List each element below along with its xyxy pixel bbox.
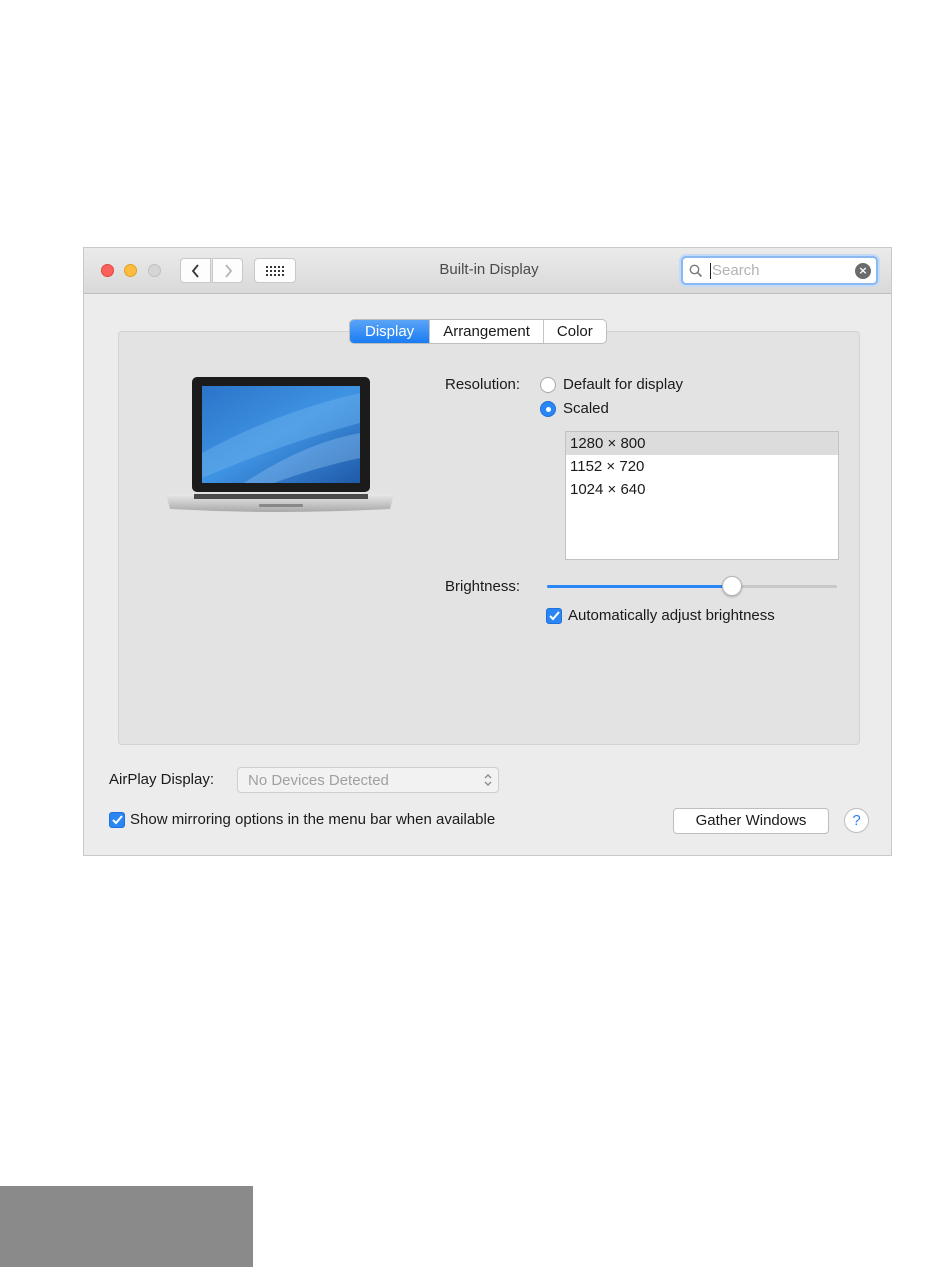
window-title: Built-in Display	[439, 261, 539, 278]
chevron-left-icon	[191, 263, 199, 278]
radio-scaled-label: Scaled	[563, 400, 609, 417]
tab-display[interactable]: Display	[350, 320, 430, 343]
list-item[interactable]: 1024 × 640	[566, 478, 838, 501]
grid-icon	[266, 265, 284, 276]
brightness-slider-track[interactable]	[547, 585, 837, 588]
search-placeholder: Search	[712, 262, 760, 279]
radio-default-label: Default for display	[563, 376, 684, 393]
gather-windows-button[interactable]: Gather Windows	[673, 808, 829, 834]
radio-default-for-display[interactable]	[540, 377, 556, 393]
title-bar: Built-in Display Search ×	[84, 248, 891, 294]
forward-button[interactable]	[212, 258, 243, 283]
resolution-label: Resolution:	[445, 376, 521, 393]
zoom-window-button[interactable]	[148, 264, 161, 277]
radio-scaled[interactable]	[540, 401, 556, 417]
chevron-right-icon	[224, 263, 232, 278]
airplay-select-value: No Devices Detected	[248, 772, 389, 789]
brightness-slider-fill	[547, 585, 736, 588]
preferences-window: Built-in Display Search × Display Arrang…	[83, 247, 892, 856]
text-caret	[710, 263, 711, 279]
tab-bar: Display Arrangement Color	[349, 319, 607, 344]
laptop-image	[166, 377, 394, 512]
help-button[interactable]: ?	[844, 808, 869, 833]
checkmark-icon	[111, 815, 123, 825]
brightness-label: Brightness:	[445, 578, 521, 595]
auto-brightness-label: Automatically adjust brightness	[568, 607, 775, 624]
page-corner-block	[0, 1186, 253, 1267]
tab-color[interactable]: Color	[542, 320, 606, 343]
checkmark-icon	[548, 611, 560, 621]
list-item[interactable]: 1152 × 720	[566, 455, 838, 478]
tab-arrangement[interactable]: Arrangement	[429, 320, 543, 343]
magnifier-icon	[689, 264, 703, 278]
show-mirroring-checkbox[interactable]	[109, 812, 125, 828]
list-item[interactable]: 1280 × 800	[566, 432, 838, 455]
close-window-button[interactable]	[101, 264, 114, 277]
airplay-display-select[interactable]: No Devices Detected	[237, 767, 499, 793]
up-down-arrows-icon	[484, 774, 492, 786]
back-button[interactable]	[180, 258, 211, 283]
clear-x-icon[interactable]: ×	[855, 263, 871, 279]
minimize-window-button[interactable]	[124, 264, 137, 277]
show-all-button[interactable]	[254, 258, 296, 283]
airplay-label: AirPlay Display:	[109, 771, 215, 788]
auto-brightness-checkbox[interactable]	[546, 608, 562, 624]
search-field[interactable]: Search ×	[681, 256, 878, 285]
brightness-slider-knob[interactable]	[722, 576, 742, 596]
resolution-list[interactable]: 1280 × 800 1152 × 720 1024 × 640	[565, 431, 839, 560]
show-mirroring-label: Show mirroring options in the menu bar w…	[130, 811, 496, 828]
